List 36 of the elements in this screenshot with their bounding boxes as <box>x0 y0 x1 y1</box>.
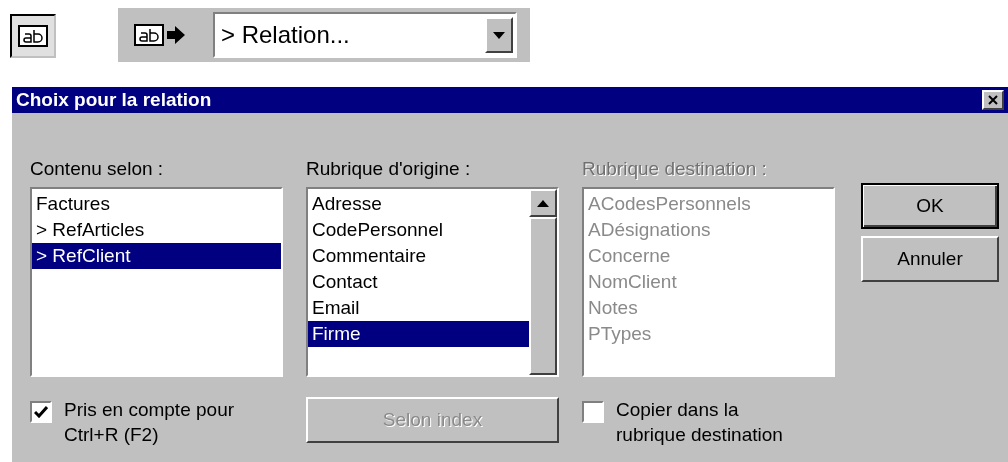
list-item[interactable]: Contact <box>308 269 529 295</box>
list-item[interactable]: > RefClient <box>32 243 281 269</box>
list-item[interactable]: Factures <box>32 191 281 217</box>
close-button[interactable] <box>982 90 1004 110</box>
list-item[interactable]: Email <box>308 295 529 321</box>
dialog-button[interactable]: Annuler <box>861 236 999 282</box>
up-arrow-icon <box>537 199 549 207</box>
scrollbar[interactable] <box>529 189 557 375</box>
checkbox[interactable] <box>30 401 52 423</box>
dropdown-button[interactable] <box>485 17 513 53</box>
text-field-icon <box>134 24 164 46</box>
list-box[interactable]: Factures > RefArticles > RefClient <box>30 187 283 377</box>
right-arrow-icon <box>167 26 185 44</box>
caret-icon <box>493 31 505 39</box>
list-item[interactable]: Commentaire <box>308 243 529 269</box>
window-title: Choix pour la relation <box>16 87 213 112</box>
text-field-tool[interactable] <box>10 14 56 58</box>
list-label: Contenu selon : <box>30 157 165 181</box>
checkbox-label: Ctrl+R (F2) <box>64 423 160 447</box>
list-item[interactable]: Firme <box>308 321 529 347</box>
list-item[interactable]: Adresse <box>308 191 529 217</box>
close-icon <box>988 95 998 105</box>
dialog-button[interactable]: OK <box>861 183 999 229</box>
check-icon <box>34 406 48 418</box>
list-label: Rubrique destination : <box>582 157 768 181</box>
checkbox[interactable] <box>582 401 604 423</box>
list-item[interactable]: CodePersonnel <box>308 217 529 243</box>
checkbox-label: Pris en compte pour <box>64 398 235 422</box>
text-field-icon <box>18 25 48 47</box>
checkbox-label: Copier dans la <box>616 398 740 422</box>
list-box[interactable]: Adresse CodePersonnel Commentaire Contact Email Firme <box>306 187 559 377</box>
scroll-up-button[interactable] <box>529 189 557 217</box>
list-label: Rubrique d'origine : <box>306 157 472 181</box>
relation-dropdown[interactable]: > Relation... <box>213 12 517 58</box>
list-item[interactable]: > RefArticles <box>32 217 281 243</box>
checkbox-label: rubrique destination <box>616 423 783 447</box>
